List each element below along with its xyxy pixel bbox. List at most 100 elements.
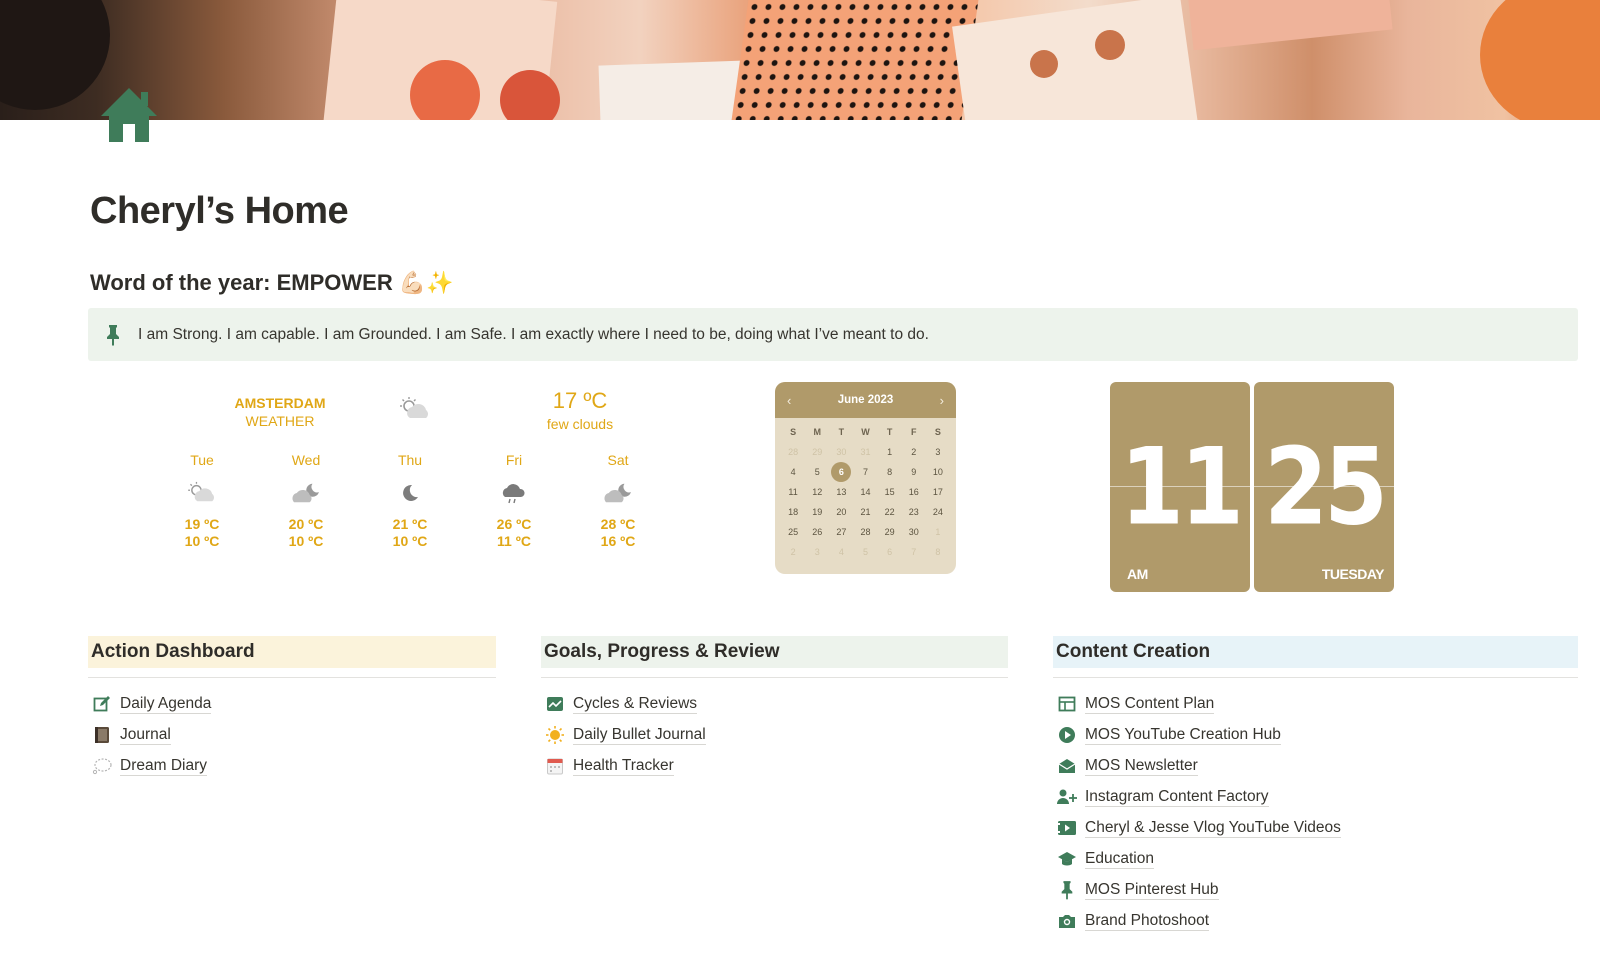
- calendar-day[interactable]: 20: [829, 504, 853, 520]
- link-label[interactable]: Cycles & Reviews: [573, 694, 698, 714]
- calendar-day[interactable]: 29: [878, 524, 902, 540]
- list-item[interactable]: Education: [1053, 843, 1578, 874]
- list-item[interactable]: MOS Pinterest Hub: [1053, 874, 1578, 905]
- link-label[interactable]: MOS Pinterest Hub: [1085, 880, 1219, 900]
- link-label[interactable]: Dream Diary: [120, 756, 207, 776]
- calendar-day[interactable]: 23: [902, 504, 926, 520]
- calendar-day[interactable]: 1: [926, 524, 950, 540]
- calendar-day[interactable]: 10: [926, 464, 950, 480]
- list-item[interactable]: MOS Content Plan: [1053, 688, 1578, 719]
- calendar-day-number: 22: [884, 507, 895, 517]
- link-label[interactable]: Daily Agenda: [120, 694, 212, 714]
- calendar-day[interactable]: 8: [926, 544, 950, 560]
- calendar-day[interactable]: 9: [902, 464, 926, 480]
- calendar-day-number: 27: [836, 527, 847, 537]
- mail-icon: [1058, 758, 1076, 773]
- link-label[interactable]: Cheryl & Jesse Vlog YouTube Videos: [1085, 818, 1341, 838]
- calendar-day-number: 16: [908, 487, 919, 497]
- calendar-day[interactable]: 19: [805, 504, 829, 520]
- cover-card: [1187, 0, 1393, 51]
- calendar-day-number: 1: [935, 527, 941, 537]
- calendar-day[interactable]: 15: [878, 484, 902, 500]
- calendar-day[interactable]: 11: [781, 484, 805, 500]
- calendar-day-today[interactable]: 6: [829, 462, 853, 482]
- calendar-day[interactable]: 3: [926, 444, 950, 460]
- calendar-day[interactable]: 5: [805, 464, 829, 480]
- calendar-day[interactable]: 7: [902, 544, 926, 560]
- link-label[interactable]: MOS Content Plan: [1085, 694, 1215, 714]
- calendar-grid: S M T W T F S 28 29 30 31 1 2 3 4 5 6 7 8 9 10 11 12 13 1…: [775, 418, 956, 560]
- list-item[interactable]: Instagram Content Factory: [1053, 781, 1578, 812]
- calendar-day[interactable]: 2: [781, 544, 805, 560]
- prev-month-button[interactable]: ‹: [787, 393, 791, 408]
- calendar-day[interactable]: 2: [902, 444, 926, 460]
- calendar-day-number: 3: [935, 447, 941, 457]
- calendar-day[interactable]: 14: [853, 484, 877, 500]
- calendar-day[interactable]: 3: [805, 544, 829, 560]
- list-item[interactable]: Daily Agenda: [88, 688, 496, 719]
- calendar-day[interactable]: 24: [926, 504, 950, 520]
- next-month-button[interactable]: ›: [940, 393, 944, 408]
- calendar-day[interactable]: 27: [829, 524, 853, 540]
- link-label[interactable]: MOS Newsletter: [1085, 756, 1198, 776]
- partly-cloudy-icon: [400, 397, 428, 418]
- calendar-day-number: 23: [908, 507, 919, 517]
- day-name: Wed: [291, 452, 321, 468]
- calendar-day[interactable]: 4: [829, 544, 853, 560]
- flip-divider: [1254, 486, 1394, 487]
- link-label[interactable]: Daily Bullet Journal: [573, 725, 706, 745]
- calendar-day-number: 31: [860, 447, 871, 457]
- calendar-day[interactable]: 17: [926, 484, 950, 500]
- calendar-day-number: 8: [935, 547, 941, 557]
- day-high: 21 ºC: [392, 516, 428, 532]
- link-label[interactable]: MOS YouTube Creation Hub: [1085, 725, 1281, 745]
- calendar-day[interactable]: 18: [781, 504, 805, 520]
- link-label[interactable]: Instagram Content Factory: [1085, 787, 1269, 807]
- link-label[interactable]: Health Tracker: [573, 756, 674, 776]
- list-item[interactable]: Brand Photoshoot: [1053, 905, 1578, 936]
- calendar-day[interactable]: 28: [781, 444, 805, 460]
- calendar-day[interactable]: 12: [805, 484, 829, 500]
- list-item[interactable]: Daily Bullet Journal: [541, 719, 1008, 750]
- calendar-day-number: 28: [788, 447, 799, 457]
- calendar-day-number: 3: [814, 547, 820, 557]
- calendar-day[interactable]: 7: [853, 464, 877, 480]
- calendar-day[interactable]: 30: [902, 524, 926, 540]
- calendar-day[interactable]: 30: [829, 444, 853, 460]
- link-label[interactable]: Brand Photoshoot: [1085, 911, 1210, 931]
- list-item[interactable]: MOS YouTube Creation Hub: [1053, 719, 1578, 750]
- link-label[interactable]: Journal: [120, 725, 171, 745]
- calendar-day[interactable]: 5: [853, 544, 877, 560]
- sun-icon: [546, 725, 564, 744]
- list-item[interactable]: Cycles & Reviews: [541, 688, 1008, 719]
- list-item[interactable]: MOS Newsletter: [1053, 750, 1578, 781]
- calendar-day[interactable]: 28: [853, 524, 877, 540]
- word-of-year-heading: Word of the year: EMPOWER 💪🏻✨: [90, 270, 454, 295]
- weather-widget[interactable]: AMSTERDAM WEATHER 17 ºC few clouds Tue 1…: [150, 386, 670, 566]
- calendar-day-number: 19: [812, 507, 823, 517]
- calendar-day[interactable]: 21: [853, 504, 877, 520]
- clock-minute-card: 25 TUESDAY: [1254, 382, 1394, 592]
- calendar-day-number: 13: [836, 487, 847, 497]
- calendar-day[interactable]: 26: [805, 524, 829, 540]
- calendar-day[interactable]: 8: [878, 464, 902, 480]
- calendar-day[interactable]: 25: [781, 524, 805, 540]
- calendar-day[interactable]: 13: [829, 484, 853, 500]
- cover-mug: [0, 0, 110, 110]
- calendar-day[interactable]: 16: [902, 484, 926, 500]
- calendar-day[interactable]: 4: [781, 464, 805, 480]
- list-item[interactable]: Health Tracker: [541, 750, 1008, 781]
- calendar-day[interactable]: 1: [878, 444, 902, 460]
- day-high: 28 ºC: [600, 516, 636, 532]
- link-label[interactable]: Education: [1085, 849, 1154, 869]
- calendar-day-number: 2: [911, 447, 917, 457]
- calendar-day[interactable]: 29: [805, 444, 829, 460]
- calendar-day[interactable]: 22: [878, 504, 902, 520]
- list-item[interactable]: Journal: [88, 719, 496, 750]
- list-item[interactable]: Dream Diary: [88, 750, 496, 781]
- weekday-label: S: [934, 427, 941, 437]
- calendar-day[interactable]: 6: [878, 544, 902, 560]
- list-item[interactable]: Cheryl & Jesse Vlog YouTube Videos: [1053, 812, 1578, 843]
- moon-icon: [403, 484, 418, 501]
- calendar-day[interactable]: 31: [853, 444, 877, 460]
